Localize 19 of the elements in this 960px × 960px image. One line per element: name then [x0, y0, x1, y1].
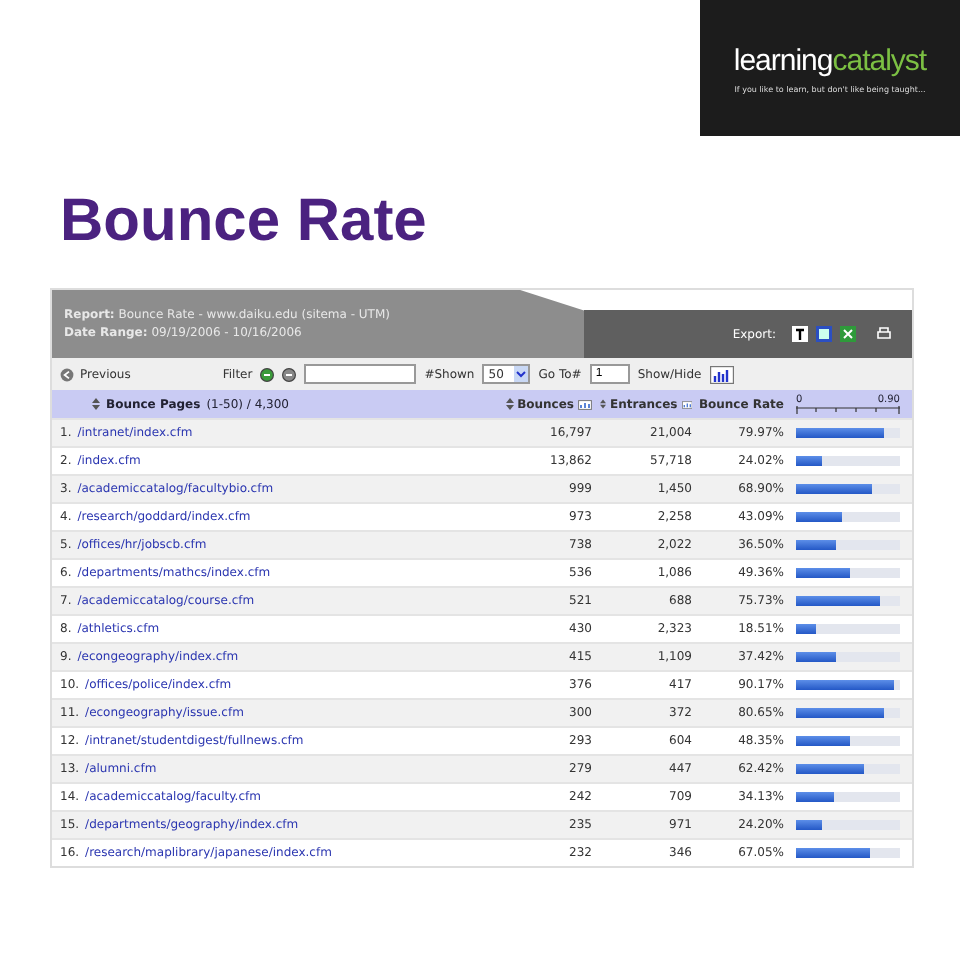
- spreadsheet-export-icon[interactable]: [840, 326, 856, 342]
- sort-icon[interactable]: [505, 398, 514, 410]
- scale-ruler: [796, 406, 900, 414]
- print-icon[interactable]: [876, 326, 892, 342]
- document-export-icon[interactable]: [816, 326, 832, 342]
- sort-icon[interactable]: [600, 398, 607, 410]
- dropdown-arrow-icon: [514, 366, 529, 382]
- logo-text: catalyst: [832, 43, 927, 77]
- text-export-icon[interactable]: [792, 326, 808, 342]
- sort-icon[interactable]: [92, 398, 100, 410]
- chart-icon[interactable]: [681, 399, 692, 409]
- chart-toggle-icon[interactable]: [709, 365, 734, 383]
- filter-field[interactable]: [304, 364, 417, 384]
- remove-filter-icon[interactable]: [282, 367, 297, 381]
- back-arrow-icon: [60, 367, 74, 381]
- add-filter-icon[interactable]: [260, 367, 275, 381]
- slide-title: Bounce Rate: [60, 188, 429, 256]
- logo-text: learning: [733, 43, 833, 77]
- chart-icon[interactable]: [578, 399, 592, 409]
